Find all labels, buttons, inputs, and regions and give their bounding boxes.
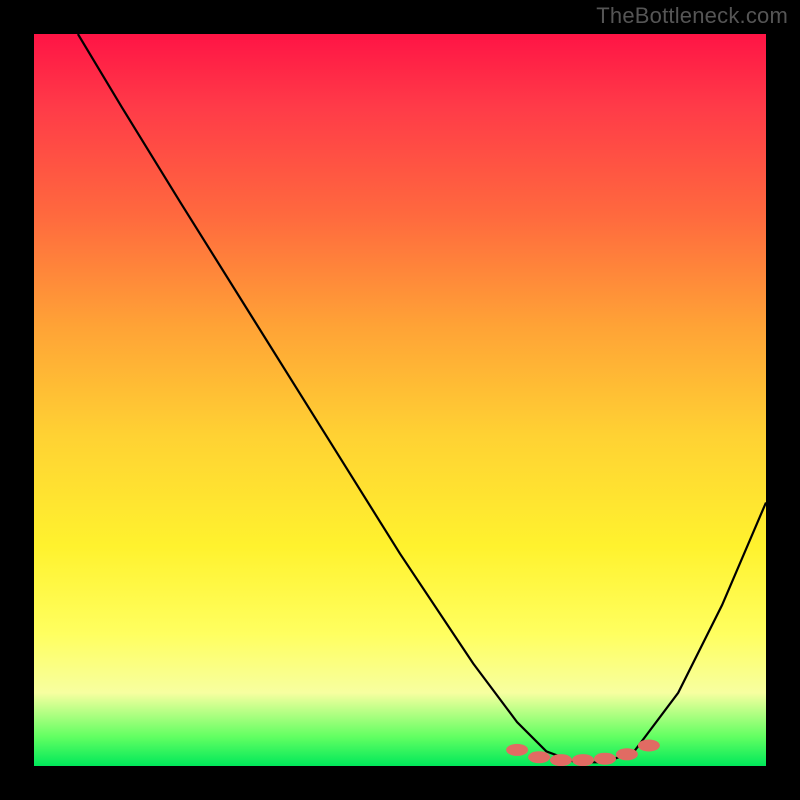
watermark-text: TheBottleneck.com xyxy=(596,3,788,29)
bottleneck-curve xyxy=(78,34,766,762)
chart-frame: TheBottleneck.com xyxy=(0,0,800,800)
optimal-range-dots xyxy=(506,740,660,767)
plot-svg xyxy=(34,34,766,766)
plot-area xyxy=(34,34,766,766)
